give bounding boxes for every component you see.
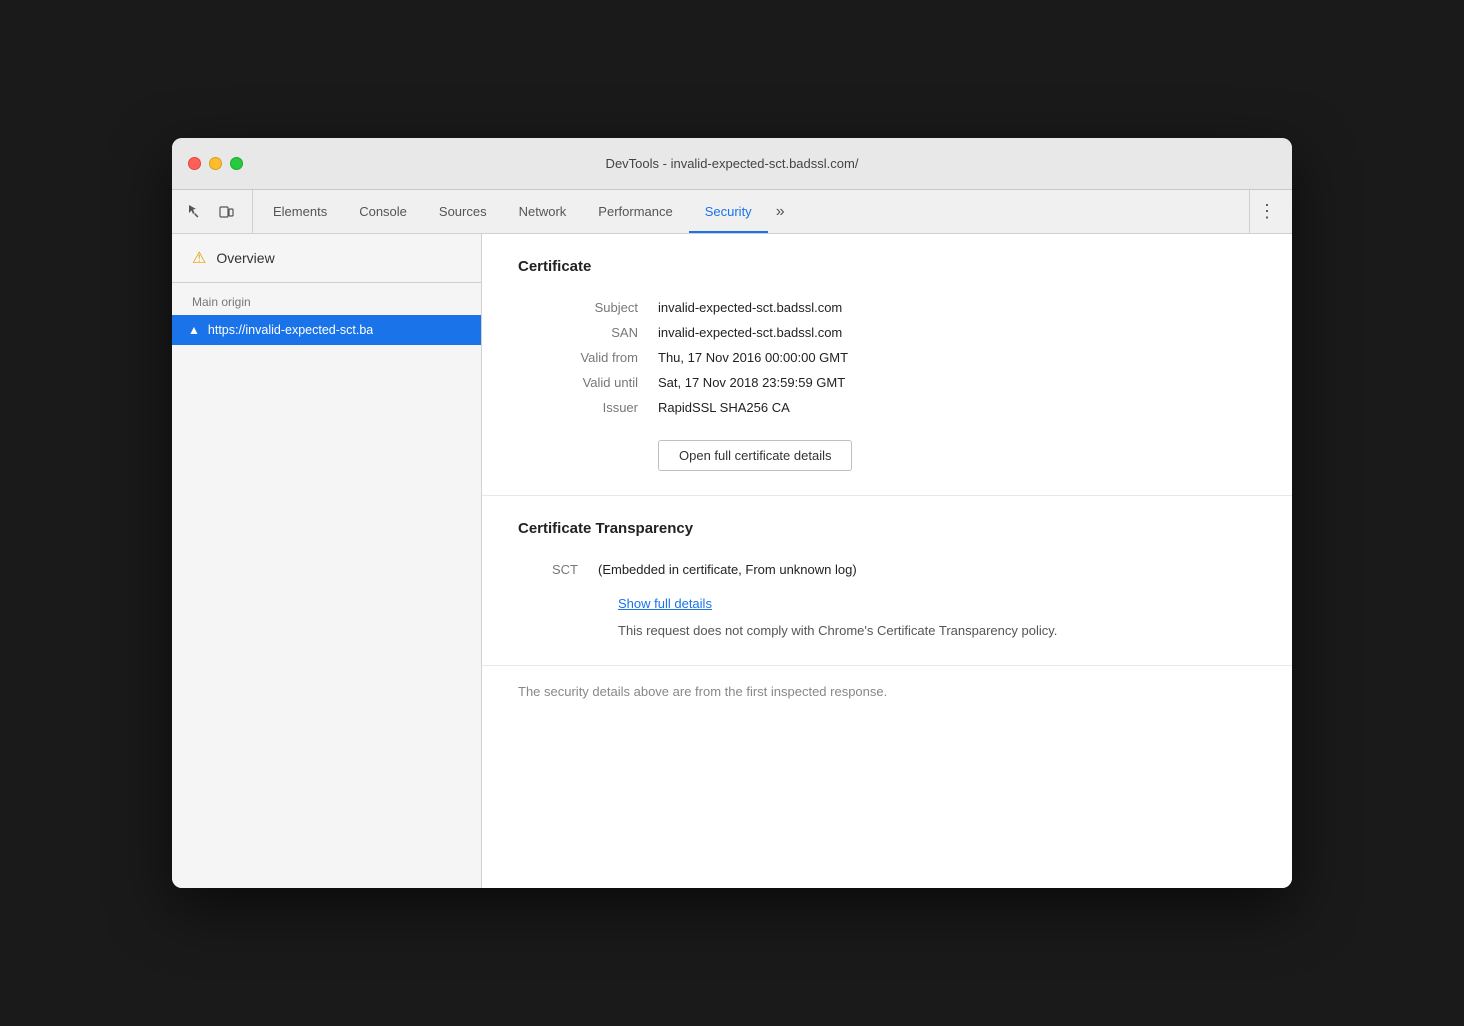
cert-valid-until-label: Valid until [518,370,658,395]
window-title: DevTools - invalid-expected-sct.badssl.c… [606,156,859,171]
transparency-title: Certificate Transparency [518,520,1256,537]
inspect-icon[interactable] [180,198,208,226]
sidebar-overview-item[interactable]: ⚠ Overview [172,234,481,283]
close-button[interactable] [188,157,201,170]
tab-elements[interactable]: Elements [257,190,343,233]
tab-security[interactable]: Security [689,190,768,233]
tab-performance[interactable]: Performance [582,190,688,233]
certificate-title: Certificate [518,258,1256,275]
open-certificate-button[interactable]: Open full certificate details [658,440,852,471]
main-content: ⚠ Overview Main origin ▲ https://invalid… [172,234,1292,888]
footer-note: The security details above are from the … [482,666,1292,717]
cert-subject-label: Subject [518,295,658,320]
origin-warning-icon: ▲ [188,323,200,337]
overview-label: Overview [216,250,274,266]
toolbar-icons [180,190,253,233]
warning-icon: ⚠ [192,248,206,268]
certificate-table: Subject invalid-expected-sct.badssl.com … [518,295,1256,420]
sct-value: (Embedded in certificate, From unknown l… [598,557,1256,582]
transparency-section: Certificate Transparency SCT (Embedded i… [482,496,1292,666]
cert-subject-value: invalid-expected-sct.badssl.com [658,295,1256,320]
origin-item[interactable]: ▲ https://invalid-expected-sct.ba [172,315,481,345]
devtools-window: DevTools - invalid-expected-sct.badssl.c… [172,138,1292,888]
tab-sources[interactable]: Sources [423,190,503,233]
traffic-lights [188,157,243,170]
maximize-button[interactable] [230,157,243,170]
cert-san-value: invalid-expected-sct.badssl.com [658,320,1256,345]
minimize-button[interactable] [209,157,222,170]
tab-network[interactable]: Network [503,190,583,233]
show-full-details-link[interactable]: Show full details [618,596,1256,611]
toolbar: Elements Console Sources Network Perform… [172,190,1292,234]
toolbar-more-options[interactable]: ⋮ [1249,190,1284,233]
certificate-section: Certificate Subject invalid-expected-sct… [482,234,1292,496]
tab-console[interactable]: Console [343,190,423,233]
detail-panel: Certificate Subject invalid-expected-sct… [482,234,1292,888]
cert-button-row: Open full certificate details [518,440,1256,471]
title-bar: DevTools - invalid-expected-sct.badssl.c… [172,138,1292,190]
main-origin-label: Main origin [172,283,481,315]
cert-valid-until-value: Sat, 17 Nov 2018 23:59:59 GMT [658,370,1256,395]
device-toggle-icon[interactable] [212,198,240,226]
cert-issuer-label: Issuer [518,395,658,420]
cert-issuer-value: RapidSSL SHA256 CA [658,395,1256,420]
cert-san-label: SAN [518,320,658,345]
sct-label: SCT [518,557,598,582]
sidebar: ⚠ Overview Main origin ▲ https://invalid… [172,234,482,888]
sct-row: SCT (Embedded in certificate, From unkno… [518,557,1256,582]
more-tabs-button[interactable]: » [768,190,793,233]
tab-bar: Elements Console Sources Network Perform… [257,190,1245,233]
cert-valid-from-value: Thu, 17 Nov 2016 00:00:00 GMT [658,345,1256,370]
transparency-warning: This request does not comply with Chrome… [618,621,1218,641]
origin-url: https://invalid-expected-sct.ba [208,323,373,337]
cert-valid-from-label: Valid from [518,345,658,370]
